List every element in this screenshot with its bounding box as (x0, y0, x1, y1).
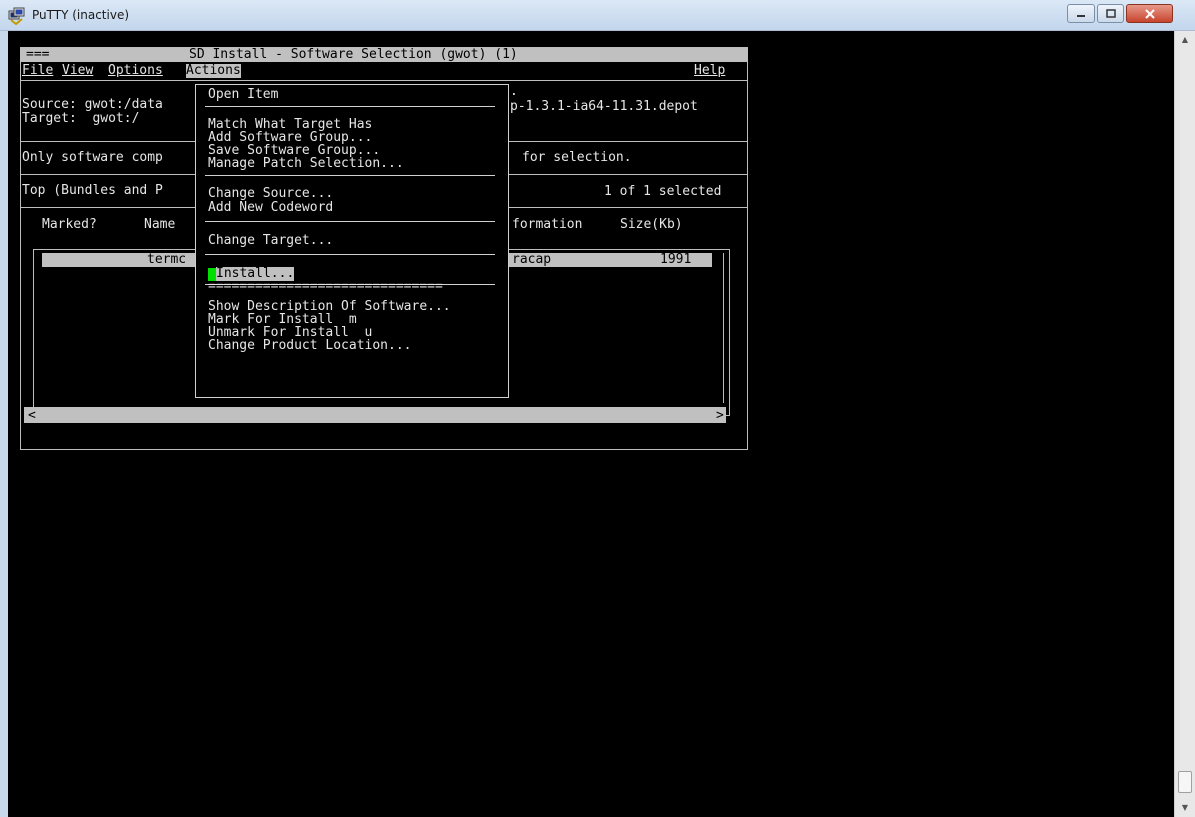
menu-item-change-target[interactable]: Change Target... (208, 234, 333, 248)
source-dot: . (510, 84, 518, 99)
sd-title-left: === (26, 47, 50, 62)
minimize-icon (1077, 14, 1085, 17)
scroll-up-icon[interactable]: ▲ (1175, 31, 1195, 49)
putty-icon (8, 7, 25, 25)
menu-item-open-item[interactable]: Open Item (208, 88, 278, 102)
menubar-separator (20, 80, 748, 81)
row-name: termc (147, 252, 187, 267)
menu-separator (205, 254, 495, 255)
menu-separator (205, 221, 495, 222)
scroll-thumb[interactable] (1178, 771, 1192, 793)
menu-file[interactable]: File (22, 64, 53, 78)
row-size: 1991 (660, 252, 692, 267)
menu-separator (205, 175, 495, 176)
horizontal-scrollbar[interactable] (24, 407, 726, 423)
menu-item-manage-patch[interactable]: Manage Patch Selection... (208, 157, 404, 171)
menu-item-change-location[interactable]: Change Product Location... (208, 339, 412, 353)
scroll-right-arrow[interactable]: > (716, 409, 724, 423)
sd-title: SD Install - Software Selection (gwot) (… (189, 47, 518, 62)
column-size: Size(Kb) (620, 217, 683, 232)
source-label: Source: gwot:/data (22, 97, 163, 112)
selected-count: 1 of 1 selected (604, 184, 722, 199)
terminal-screen[interactable]: === SD Install - Software Selection (gwo… (8, 31, 1174, 817)
window-title: PuTTY (inactive) (32, 8, 130, 22)
menu-actions[interactable]: Actions (186, 64, 241, 78)
menu-double-separator: ============================== (208, 279, 443, 294)
source-depot: p-1.3.1-ia64-11.31.depot (510, 99, 698, 114)
target-label: Target: gwot:/ (22, 111, 140, 126)
top-bundles-text: Top (Bundles and P (22, 183, 163, 198)
menu-view[interactable]: View (62, 64, 93, 78)
list-vscroll[interactable] (723, 253, 724, 403)
close-icon (1144, 8, 1155, 19)
for-selection-text: for selection. (522, 150, 632, 165)
column-name: Name (144, 217, 176, 232)
only-software-text: Only software comp (22, 150, 163, 165)
menu-item-add-codeword[interactable]: Add New Codeword (208, 201, 333, 215)
window-titlebar: PuTTY (inactive) (0, 0, 1195, 31)
close-button[interactable] (1126, 4, 1173, 23)
column-information: formation (512, 217, 583, 232)
scroll-down-icon[interactable]: ▼ (1175, 799, 1195, 817)
maximize-button[interactable] (1097, 4, 1124, 23)
maximize-icon (1105, 8, 1116, 18)
scroll-left-arrow[interactable]: < (28, 409, 36, 423)
column-marked: Marked? (42, 217, 97, 232)
menu-options[interactable]: Options (108, 64, 163, 78)
row-information: racap (512, 252, 552, 267)
menu-item-change-source[interactable]: Change Source... (208, 187, 333, 201)
minimize-button[interactable] (1067, 4, 1095, 23)
terminal-scrollbar[interactable]: ▲ ▼ (1174, 31, 1195, 817)
menu-help[interactable]: Help (694, 64, 725, 78)
menu-separator (205, 106, 495, 107)
